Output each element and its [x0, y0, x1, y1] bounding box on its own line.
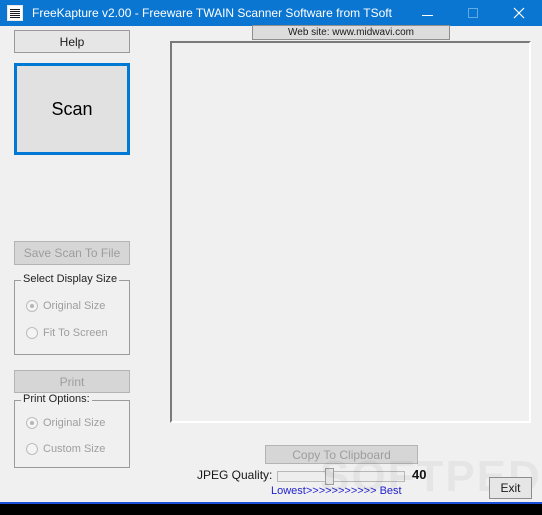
- radio-label: Original Size: [43, 417, 106, 429]
- slider-track: [277, 471, 405, 482]
- select-display-size-group: Select Display Size Original Size Fit To…: [14, 273, 130, 355]
- radio-unchecked-icon: [26, 327, 38, 339]
- slider-thumb[interactable]: [324, 468, 334, 485]
- window-title: FreeKapture v2.00 - Freeware TWAIN Scann…: [32, 6, 392, 20]
- website-link-button[interactable]: Web site: www.midwavi.com: [252, 25, 450, 40]
- jpeg-quality-label: JPEG Quality:: [197, 468, 273, 482]
- title-bar: FreeKapture v2.00 - Freeware TWAIN Scann…: [0, 0, 542, 26]
- maximize-icon: [468, 8, 478, 18]
- scan-button[interactable]: Scan: [14, 63, 130, 155]
- radio-label: Original Size: [43, 300, 106, 312]
- exit-button[interactable]: Exit: [489, 477, 532, 499]
- jpeg-quality-value: 40: [412, 467, 427, 482]
- radio-print-custom-size[interactable]: Custom Size: [26, 443, 105, 455]
- minimize-icon: [421, 14, 433, 16]
- maximize-button[interactable]: [450, 0, 496, 26]
- select-display-size-title: Select Display Size: [21, 273, 120, 285]
- close-icon: [513, 7, 525, 19]
- jpeg-quality-slider[interactable]: [277, 468, 405, 485]
- minimize-button[interactable]: [404, 0, 450, 26]
- radio-display-fit-to-screen[interactable]: Fit To Screen: [26, 327, 108, 339]
- scan-preview-pane[interactable]: [170, 41, 531, 423]
- document-lines-icon: [7, 5, 23, 21]
- radio-label: Fit To Screen: [43, 327, 108, 339]
- quality-scale-label: Lowest>>>>>>>>>>> Best: [271, 485, 402, 497]
- help-button[interactable]: Help: [14, 30, 130, 53]
- bottom-letterbox: [0, 504, 542, 515]
- application-window: FreeKapture v2.00 - Freeware TWAIN Scann…: [0, 0, 542, 504]
- radio-unchecked-icon: [26, 443, 38, 455]
- close-button[interactable]: [496, 0, 542, 26]
- print-options-group: Print Options: Original Size Custom Size: [14, 393, 130, 468]
- radio-print-original-size[interactable]: Original Size: [26, 417, 105, 429]
- print-button[interactable]: Print: [14, 370, 130, 393]
- copy-to-clipboard-button[interactable]: Copy To Clipboard: [265, 445, 418, 464]
- save-scan-to-file-button[interactable]: Save Scan To File: [14, 241, 130, 265]
- radio-display-original-size[interactable]: Original Size: [26, 300, 105, 312]
- print-options-title: Print Options:: [21, 393, 92, 405]
- radio-label: Custom Size: [43, 443, 106, 455]
- radio-checked-icon: [26, 300, 38, 312]
- radio-checked-icon: [26, 417, 38, 429]
